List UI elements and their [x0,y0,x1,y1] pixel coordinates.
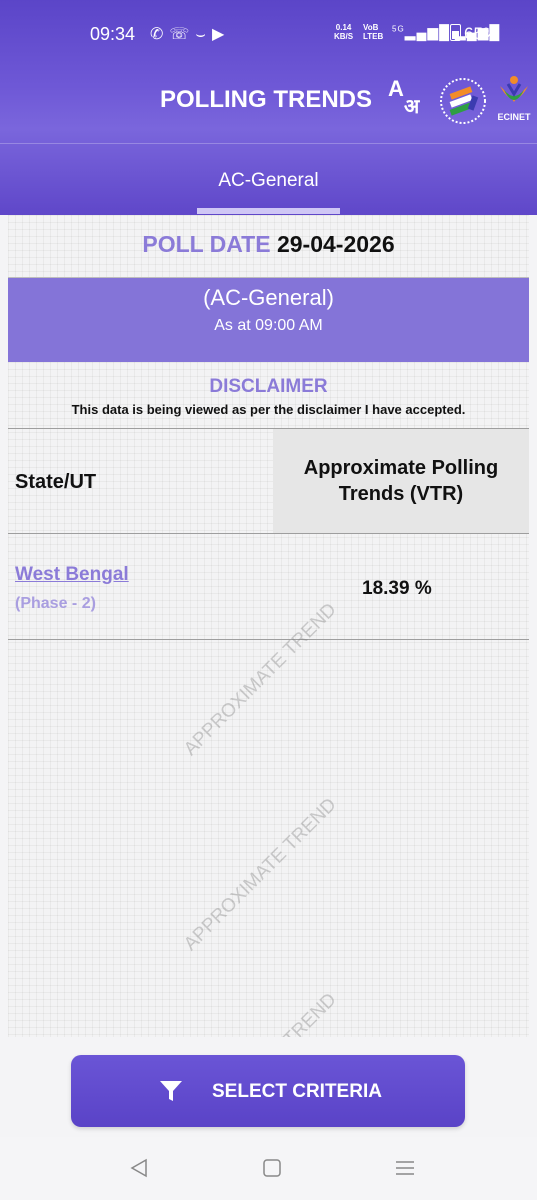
funnel-icon [160,1081,182,1101]
net-speed: 0.14 KB/S [334,23,353,41]
poll-date-label: POLL DATE [142,231,271,257]
table-row-border [8,639,529,640]
page-title-part1: POLLING [160,86,267,113]
lang-icon-en: A [388,76,404,101]
youtube-icon: ▶ [211,26,231,43]
table-row-phase: (Phase - 2) [15,595,96,612]
battery-indicator: 65% [450,24,498,44]
whatsapp-business-icon: ☏ [169,26,196,43]
table-header-state-label: State/UT [15,471,97,493]
election-banner: (AC-General) As at 09:00 AM [8,278,529,362]
select-criteria-label: SELECT CRITERIA [212,1081,382,1102]
recents-icon[interactable] [393,1158,417,1178]
table-row-state-link[interactable]: West Bengal [15,564,129,586]
watermark-text: APPROXIMATE TREND [180,599,341,760]
battery-icon [450,24,461,41]
table-header-vtr: Approximate Polling Trends (VTR) [273,429,529,533]
tab-active-indicator [197,208,340,214]
whatsapp-icon: ✆ [150,26,170,43]
table-header-vtr-label: Approximate Polling Trends (VTR) [303,457,499,505]
minus-icon: ⌣ [195,26,212,43]
home-icon[interactable] [260,1158,284,1178]
content-panel: POLL DATE 29-04-2026 (AC-General) As at … [8,215,529,1037]
language-toggle-icon[interactable]: A अ [386,76,430,120]
banner-subtitle: As at 09:00 AM [214,317,323,334]
page-title: POLLING TRENDS [160,86,372,114]
ecinet-logo: ECINET [494,72,534,126]
disclaimer-text: This data is being viewed as per the dis… [71,402,466,417]
status-bar: 09:34 ✆☏⌣▶ 0.14 KB/S VoB LTEB 5G▂▄▆█ ▂▄▆… [0,0,537,56]
table-header-border [8,533,529,534]
watermark-text: APPROXIMATE TREND [180,989,341,1037]
net-speed-unit: KB/S [334,32,354,41]
poll-date: POLL DATE 29-04-2026 [8,231,529,258]
poll-date-value: 29-04-2026 [276,231,395,257]
eci-logo-icon [440,78,486,124]
table-header-state: State/UT [8,429,272,533]
volte-bottom: LTEB [363,32,384,41]
disclaimer-title[interactable]: DISCLAIMER [8,376,529,398]
ecinet-label: ECINET [497,112,531,122]
table-row-value: 18.39 % [362,578,432,599]
page-title-part2: TRENDS [273,86,373,113]
network-type: 5G [392,24,405,34]
notification-icons: ✆☏⌣▶ [150,24,230,44]
tab-ac-general[interactable]: AC-General [197,170,340,192]
select-criteria-button[interactable]: SELECT CRITERIA [71,1055,465,1127]
volte-indicator: VoB LTEB [363,23,383,41]
ecinet-logo-icon [500,76,528,102]
volte-top: VoB [363,23,379,32]
app-header: 09:34 ✆☏⌣▶ 0.14 KB/S VoB LTEB 5G▂▄▆█ ▂▄▆… [0,0,537,215]
back-icon[interactable] [128,1158,152,1178]
banner-title: (AC-General) [203,285,334,310]
status-time: 09:34 [90,24,136,44]
watermark-text: APPROXIMATE TREND [180,794,341,955]
header-divider [0,143,537,144]
net-speed-value: 0.14 [335,23,352,32]
lang-icon-hi: अ [404,96,420,118]
battery-level: 65% [464,24,499,43]
